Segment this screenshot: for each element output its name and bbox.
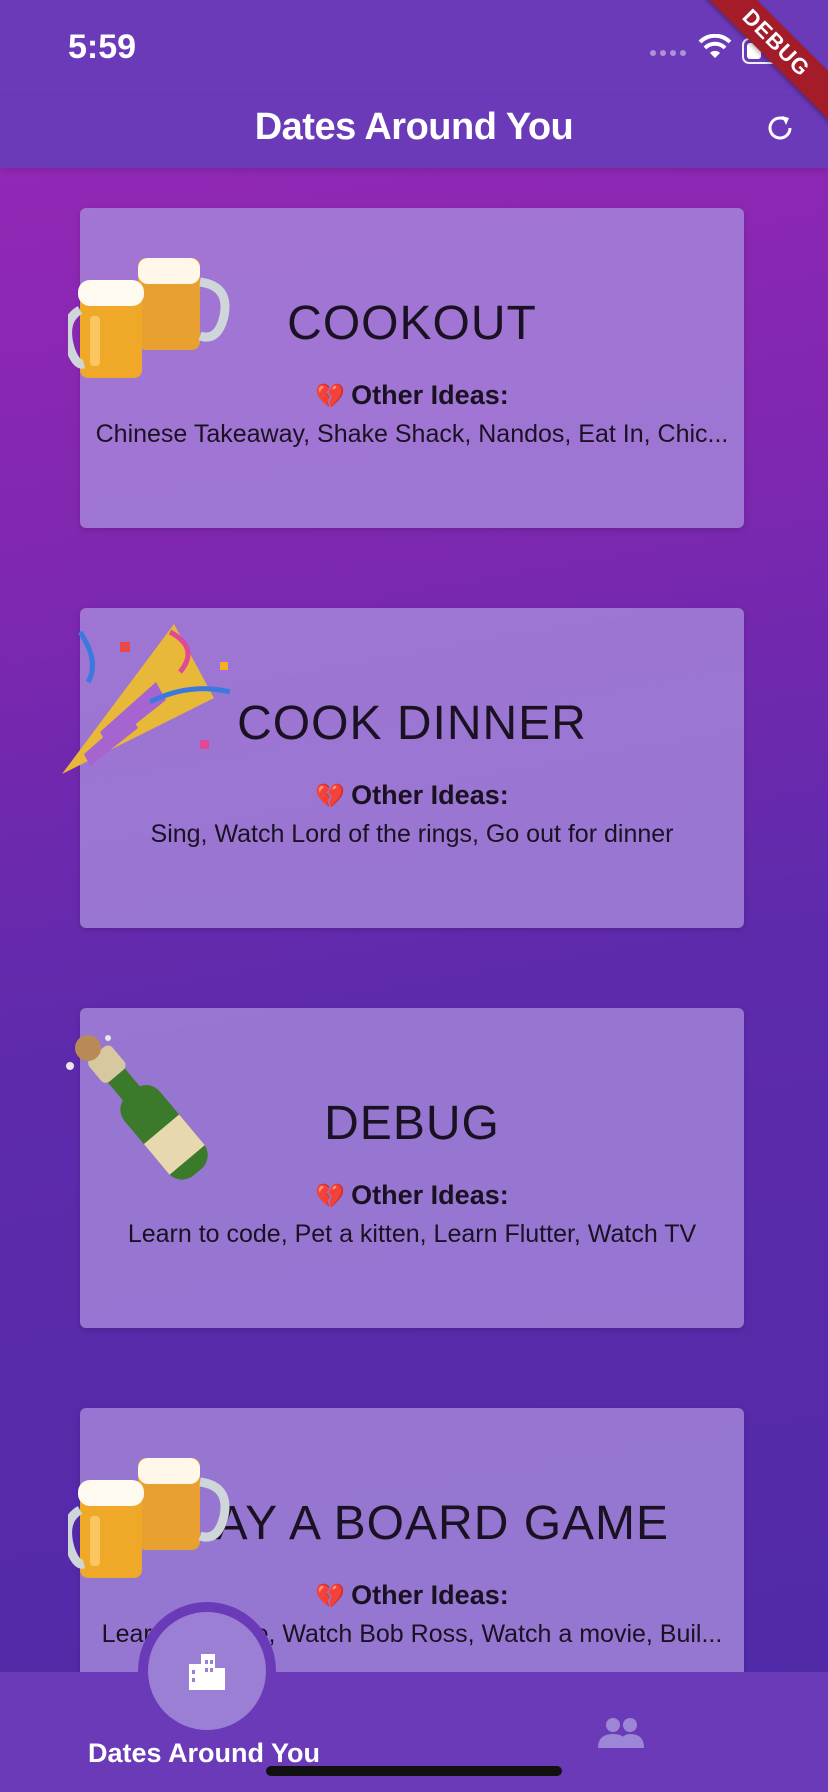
app-bar: Dates Around You: [0, 96, 828, 168]
other-ideas-text: Chinese Takeaway, Shake Shack, Nandos, E…: [95, 420, 729, 448]
wifi-icon: [698, 34, 732, 58]
refresh-icon[interactable]: [762, 110, 798, 146]
app-title: Dates Around You: [254, 106, 574, 148]
signal-icon: [650, 50, 686, 56]
people-icon[interactable]: [596, 1716, 646, 1750]
home-indicator: [266, 1766, 562, 1776]
broken-heart-icon: 💔: [315, 783, 346, 810]
broken-heart-icon: 💔: [315, 1583, 346, 1610]
status-time: 5:59: [68, 28, 137, 66]
party-popper-icon: [62, 624, 230, 774]
champagne-bottle-icon: [66, 1035, 208, 1180]
other-ideas-text: Sing, Watch Lord of the rings, Go out fo…: [150, 820, 674, 848]
broken-heart-icon: 💔: [315, 383, 346, 410]
beer-mugs-icon: [68, 1458, 230, 1578]
broken-heart-icon: 💔: [315, 1183, 346, 1210]
other-ideas-text: Learn to code, Pet a kitten, Learn Flutt…: [127, 1220, 697, 1248]
nav-label-dates-around-you[interactable]: Dates Around You: [88, 1738, 320, 1769]
beer-mugs-icon: [68, 258, 230, 378]
city-icon: [189, 1654, 225, 1690]
status-bar: 5:59: [0, 0, 828, 96]
nav-item-dates-around-you[interactable]: [138, 1602, 276, 1740]
